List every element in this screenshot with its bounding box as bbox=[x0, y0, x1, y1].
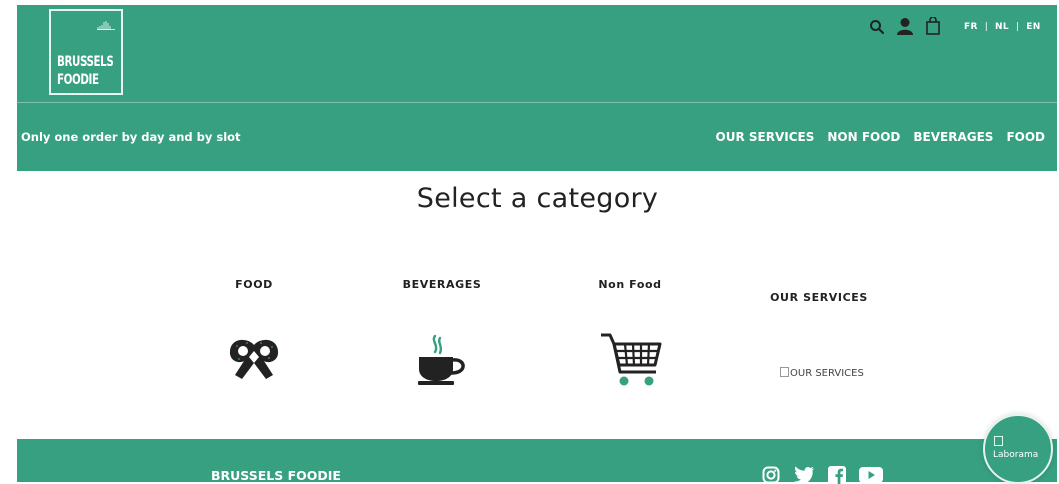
category-label: Non Food bbox=[598, 278, 662, 291]
broken-image-icon bbox=[780, 367, 789, 377]
instagram-icon[interactable] bbox=[762, 466, 780, 484]
category-label: BEVERAGES bbox=[402, 278, 482, 291]
our-services-image[interactable]: OUR SERVICES bbox=[780, 367, 864, 379]
youtube-icon[interactable] bbox=[859, 466, 883, 484]
category-label: FOOD bbox=[235, 278, 273, 291]
skyline-icon bbox=[97, 21, 115, 30]
main-nav: OUR SERVICES NON FOOD BEVERAGES FOOD bbox=[703, 130, 1045, 144]
lang-nl[interactable]: NL bbox=[995, 22, 1009, 32]
bag-icon[interactable] bbox=[926, 17, 940, 35]
category-food[interactable]: FOOD bbox=[215, 278, 293, 291]
brussels-foodie-logo[interactable]: BRUSSELS FOODIE bbox=[49, 9, 123, 95]
pretzel-icon[interactable] bbox=[227, 335, 281, 381]
lang-fr[interactable]: FR bbox=[964, 22, 978, 32]
category-non-food[interactable]: Non Food bbox=[590, 278, 670, 291]
logo-text-line1: BRUSSELS bbox=[57, 54, 114, 70]
footer-brand: BRUSSELS FOODIE bbox=[211, 468, 341, 483]
nav-item-non-food[interactable]: NON FOOD bbox=[827, 130, 900, 144]
laborama-widget[interactable]: Laborama bbox=[983, 414, 1053, 484]
coffee-cup-icon[interactable] bbox=[415, 333, 469, 387]
twitter-icon[interactable] bbox=[793, 466, 815, 484]
page-title: Select a category bbox=[416, 183, 659, 214]
site-footer: BRUSSELS FOODIE bbox=[17, 439, 1057, 484]
logo-text-line2: FOODIE bbox=[57, 72, 99, 88]
facebook-icon[interactable] bbox=[828, 466, 846, 484]
laborama-alt-text: Laborama bbox=[993, 450, 1039, 460]
category-beverages[interactable]: BEVERAGES bbox=[398, 278, 486, 291]
site-header: BRUSSELS FOODIE FR | NL | EN Only one order … bbox=[17, 5, 1057, 171]
shopping-cart-icon[interactable] bbox=[600, 332, 662, 388]
user-icon[interactable] bbox=[896, 17, 914, 36]
nav-item-beverages[interactable]: BEVERAGES bbox=[913, 130, 993, 144]
image-alt-text: OUR SERVICES bbox=[790, 368, 864, 379]
nav-item-our-services[interactable]: OUR SERVICES bbox=[716, 130, 815, 144]
category-label: OUR SERVICES bbox=[770, 291, 868, 304]
header-tagline: Only one order by day and by slot bbox=[21, 130, 241, 144]
nav-item-food[interactable]: FOOD bbox=[1006, 130, 1045, 144]
lang-separator: | bbox=[984, 22, 989, 32]
language-switcher: FR | NL | EN bbox=[964, 22, 1041, 32]
category-our-services[interactable]: OUR SERVICES bbox=[765, 291, 873, 304]
lang-separator: | bbox=[1015, 22, 1020, 32]
lang-en[interactable]: EN bbox=[1026, 22, 1040, 32]
header-divider bbox=[17, 102, 1057, 103]
broken-image-icon bbox=[994, 436, 1003, 446]
search-icon[interactable] bbox=[869, 19, 885, 35]
